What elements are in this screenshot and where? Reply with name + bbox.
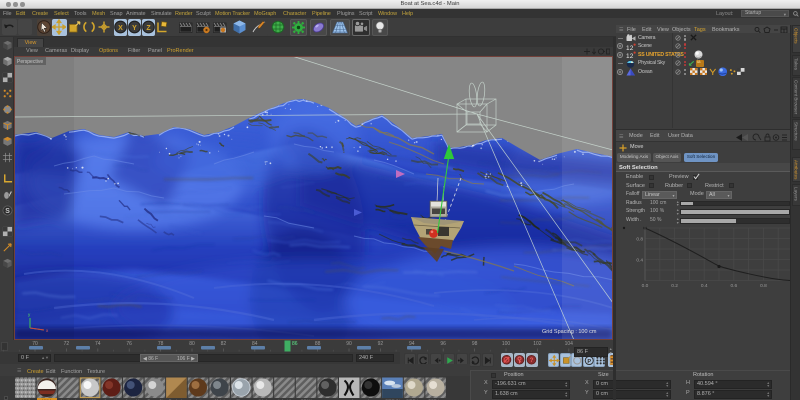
svg-text:S: S — [5, 208, 10, 215]
svg-text:?: ? — [530, 357, 534, 364]
svg-text:P: P — [587, 359, 591, 365]
svg-text:0.0: 0.0 — [642, 283, 649, 288]
svg-text:0.4: 0.4 — [636, 257, 643, 263]
svg-text:0.8: 0.8 — [760, 283, 767, 288]
svg-text:Z: Z — [146, 25, 151, 32]
svg-text:2: 2 — [630, 53, 634, 59]
svg-text:2: 2 — [630, 45, 634, 51]
svg-text:0.4: 0.4 — [701, 283, 708, 288]
svg-text:Y: Y — [132, 25, 137, 32]
svg-text:0.6: 0.6 — [730, 283, 737, 288]
svg-text:Perspective: Perspective — [17, 59, 43, 65]
svg-text:Grid Spacing : 100 cm: Grid Spacing : 100 cm — [542, 329, 597, 335]
svg-text:X: X — [118, 25, 123, 32]
svg-text:0.2: 0.2 — [671, 283, 678, 288]
svg-text:0.8: 0.8 — [636, 236, 643, 242]
